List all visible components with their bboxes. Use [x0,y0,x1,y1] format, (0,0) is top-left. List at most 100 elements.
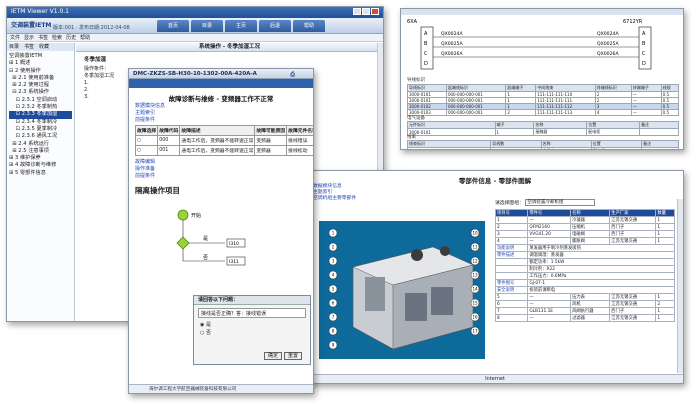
header-cell: 名称 [570,209,611,217]
parts-page-title: 零部件信息 - 零部件图解 [458,177,532,185]
table-cell: QFM2160 [527,223,572,231]
sidebar-tab-1[interactable]: 书签 [24,44,34,50]
fault-links-2: 故障编辑 操作准备 前提条件 [135,159,155,180]
header-cell: 备注 [641,140,679,148]
parts-row[interactable]: 1— 冷凝器 江苏无锡交通 1 [494,216,675,224]
menu-item-2[interactable]: 书签 [38,35,48,41]
header-cell: 起端端子 [505,84,537,92]
toc-tree-item[interactable]: ⊞ 1 概述 [9,60,72,67]
table-cell: — [630,109,662,116]
parts-row[interactable]: 6— 风机 江苏无锡交通 2 [494,300,675,308]
fault-link[interactable]: 主题索引 [135,110,165,117]
parts-row[interactable]: 4— 膨胀阀 江苏无锡交通 1 [494,237,675,245]
fault-link[interactable]: 数据模块信息 [135,103,165,110]
wire-row[interactable]: 3000-0103 000-000-000-001 2 111-111-111-113… [407,109,680,116]
header-cell: 端子 [494,121,535,129]
parts-row[interactable]: 7 GLB131.1E 风阀执行器 西门子 1 [494,307,675,315]
parts-row[interactable]: 5— 压力表 江苏无锡交通 1 [494,293,675,301]
fault-link-2[interactable]: 故障编辑 [135,159,155,166]
flow-box-1-label: I310 [229,241,239,247]
table-header-row: 故障选择故障代码故障描述故障可能原因故障元件名称故障元件处理 [134,125,313,136]
table-cell: — [527,216,572,224]
parts-scrollbar[interactable] [677,199,683,373]
top-tab-3[interactable]: 后退 [259,20,291,32]
table-cell: GLB131.1E [527,307,572,315]
table-cell: 3 [494,230,529,238]
ietm-toolbar-strip [129,79,313,88]
header-cell: 导线数 [490,140,542,148]
sidebar-tab-2[interactable]: 收藏 [39,44,49,50]
toc-tree-item[interactable]: ⊡ 2.3.3 冬季加湿 [9,111,72,119]
fault-row[interactable]: ○ 001 通电工作后，变频器不能转速正常 变频器 接线松动 [134,145,313,156]
reset-button[interactable]: 重置 [284,352,302,360]
menu-item-3[interactable]: 检索 [52,35,62,41]
table-cell: 通电工作后，变频器不能转速正常 [179,145,256,156]
option-yes[interactable]: ◉ 是 [200,321,310,329]
callout-number: 4 [332,273,335,278]
option-no[interactable]: ○ 否 [200,329,310,337]
ok-button[interactable]: 确定 [264,352,282,360]
parts-row[interactable]: 2 QFM2160 压缩机 西门子 1 [494,223,675,231]
table-cell: 1 [494,216,529,224]
table-cell: 3000-0101 [407,128,496,136]
parts-row[interactable]: 8— 过滤器 江苏无锡交通 1 [494,314,675,322]
toc-tree-item[interactable]: ⊞ 2.4 系统运行 [9,141,72,148]
menu-item-4[interactable]: 历史 [66,35,76,41]
detail-value: 工作压力：0.6MPa [527,272,675,280]
table-cell: 西门子 [609,230,657,238]
header-cell: 故障元件名称 [286,125,313,136]
print-icon[interactable]: ⎙ [290,70,295,80]
table-cell: 5 [494,293,529,301]
fault-row[interactable]: ○ 000 通电工作后，变频器不能转速正常 变频器 接线错误 [134,135,313,146]
top-tab-2[interactable]: 主页 [225,20,257,32]
callout-number: 14 [472,287,478,292]
minimize-button[interactable] [353,8,361,15]
close-button[interactable] [371,8,379,15]
detail-value: 调温调湿：蒸发器 [527,251,675,259]
group-select[interactable]: 空调装置冷却机组 [525,199,596,206]
toc-tree-item[interactable]: ⊡ 2.3.1 空调启动 [9,97,72,104]
callout-number: 10 [472,231,478,236]
toc-tree-item[interactable]: ⊞ 5 零部件信息 [9,170,72,177]
table-cell: 江苏无锡交通 [609,293,657,301]
parts-row[interactable]: 3 VVG41.20 电磁阀 西门子 1 [494,230,675,238]
header-cell: 元件标识 [407,121,496,129]
toc-tree-item[interactable]: ⊞ 4 故障诊断与维修 [9,162,72,169]
wire-label-left: QX0025A [441,41,463,47]
equipment-row[interactable]: 3000-0101 1 接触器 配电柜 [407,128,679,136]
top-tab-0[interactable]: 首页 [157,20,189,32]
harness-row[interactable]: 3000-00014主线束配电柜 [406,147,679,149]
fault-page-title: 故障诊断与维修 - 变频器工作不正常 [168,95,274,103]
toc-tree-item[interactable]: ⊟ 2 使用操作 [9,68,72,75]
parts-link[interactable]: 空调机组主要零部件 [313,196,356,202]
window-controls [352,8,379,17]
ietm-title-bar: IETM Viewer V1.0.1 [7,7,383,18]
callout-number: 17 [472,329,478,334]
table-cell: 8 [494,314,529,322]
top-tab-1[interactable]: 目录 [191,20,223,32]
header-cell: 故障代码 [157,125,181,136]
flow-yes-label: 是 [203,236,208,242]
menu-item-5[interactable]: 帮助 [80,35,90,41]
detail-row: 零件描述 调温调湿：蒸发器 [494,251,675,259]
wire-label-left: QX0026A [441,51,463,57]
fault-link[interactable]: 前提条件 [135,117,165,124]
callout-number: 12 [472,259,478,264]
toc-tree-item[interactable]: ⊡ 2.3.6 通风工况 [9,133,72,140]
ietm-version: 版本:001 · 发布日期:2012-04-08 [53,25,130,31]
fault-link-2[interactable]: 前提条件 [135,173,155,180]
table-cell: 6 [494,300,529,308]
parts-panel: 请选择图组： 空调装置冷却机组 项目号 零件号 名称 生产厂家 数量 1— 冷凝器 江苏无锡交… [494,199,679,369]
menu-item-0[interactable]: 文件 [10,35,20,41]
maximize-button[interactable] [362,8,370,15]
sidebar-tab-0[interactable]: 目录 [9,44,19,50]
table-cell: 1 [655,293,675,301]
toc-tree-item[interactable]: ⊡ 2.3.4 冬季制冷 [9,119,72,126]
menu-item-1[interactable]: 显示 [24,35,34,41]
connector-right-pin: B [642,41,646,47]
table-cell: 4 [494,237,529,245]
top-tab-4[interactable]: 帮助 [293,20,325,32]
fault-link-2[interactable]: 操作准备 [135,166,155,173]
toc-tree-item[interactable]: ⊟ 2.3 系统操作 [9,89,72,96]
sidebar-tabs: 目录 书签 收藏 [7,43,74,51]
